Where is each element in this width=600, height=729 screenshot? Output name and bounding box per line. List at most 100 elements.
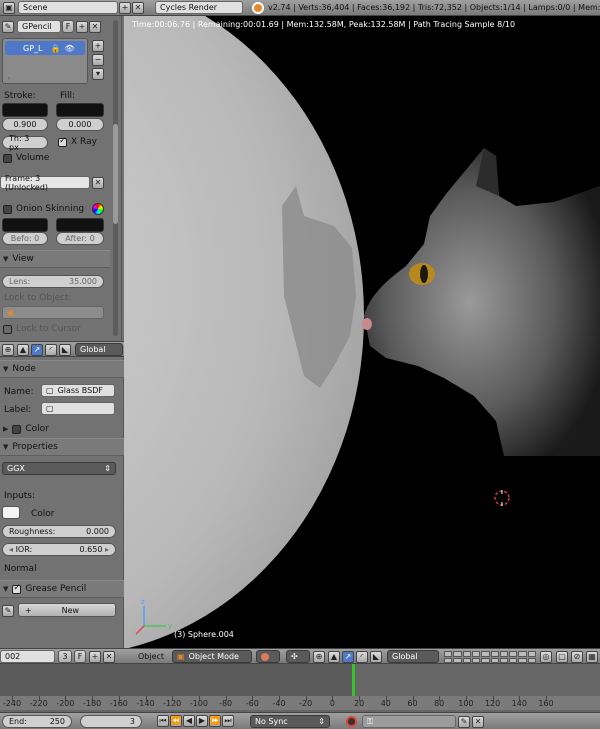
play-icon[interactable]: ▶ xyxy=(196,715,208,727)
view-panel-header[interactable]: ▼ View xyxy=(0,250,110,268)
timeline-tick-label: 160 xyxy=(538,699,554,708)
grease-pencil-checkbox[interactable] xyxy=(12,583,22,594)
stroke-color-swatch[interactable] xyxy=(2,103,48,117)
timeline[interactable]: -240 -220 -200 -180 -160 -140 -120 -100 -80 -60 -4… xyxy=(0,664,600,712)
manipulator-toggle-icon[interactable]: ⊕ xyxy=(313,651,325,663)
current-frame-field[interactable]: 3 xyxy=(80,715,142,728)
fill-opacity-slider[interactable]: 0.000 xyxy=(56,118,104,131)
fake-user-button[interactable]: F xyxy=(62,20,74,33)
datablock-field[interactable]: 002 xyxy=(0,650,55,663)
gpencil-datablock[interactable]: GPencil xyxy=(17,20,61,33)
volume-toggle[interactable]: Volume xyxy=(3,153,49,163)
insert-key-icon[interactable]: ✎ xyxy=(458,716,470,728)
scene-icon[interactable]: ▣ xyxy=(3,2,15,14)
orientation-select[interactable]: Global xyxy=(75,343,123,356)
xray-checkbox[interactable] xyxy=(58,136,67,147)
delete-frame-icon[interactable]: ✕ xyxy=(92,177,104,189)
layer-row[interactable]: GP_L 🔒 👁 xyxy=(5,41,85,55)
pivot-select[interactable]: ✣ xyxy=(286,650,310,663)
distribution-select[interactable]: GGX ⇕ xyxy=(2,462,116,475)
after-color-swatch[interactable] xyxy=(56,218,104,232)
move-icon[interactable]: ↗ xyxy=(342,651,354,663)
node-name-field[interactable]: ▢ Glass BSDF xyxy=(41,384,115,397)
remove-layer-icon[interactable]: − xyxy=(92,54,104,66)
timeline-tick-label: 60 xyxy=(407,699,418,708)
ior-slider[interactable]: ◂ IOR: 0.650 ▸ xyxy=(2,543,116,556)
color-checkbox[interactable] xyxy=(12,424,22,434)
shading-select[interactable] xyxy=(256,650,280,663)
snap-icon[interactable]: ⊘ xyxy=(571,651,583,663)
timeline-tick-label: -180 xyxy=(83,699,102,708)
end-frame-field[interactable]: End: 250 xyxy=(2,715,72,728)
lens-slider[interactable]: Lens: 35.000 xyxy=(2,275,104,288)
timeline-playhead[interactable] xyxy=(352,664,355,696)
translate-icon[interactable]: ▲ xyxy=(17,344,29,356)
roughness-slider[interactable]: Roughness: 0.000 xyxy=(2,525,116,538)
jump-end-icon[interactable]: ⏭ xyxy=(222,715,234,727)
lock-cursor-toggle[interactable]: Lock to Cursor xyxy=(3,324,81,334)
layer-move-icon[interactable]: ▾ xyxy=(92,68,104,80)
fill-color-swatch[interactable] xyxy=(56,103,104,117)
color-input-swatch[interactable] xyxy=(2,506,20,519)
record-icon[interactable] xyxy=(346,716,357,727)
volume-checkbox[interactable] xyxy=(3,153,12,163)
color-panel-header[interactable]: ▶ Color xyxy=(3,424,49,434)
onion-checkbox[interactable] xyxy=(3,204,12,214)
before-color-swatch[interactable] xyxy=(2,218,48,232)
close-datablock-icon[interactable]: ✕ xyxy=(103,651,115,663)
mode-select[interactable]: ▣ Object Mode xyxy=(172,650,252,663)
resize-handle-icon[interactable]: ◦ xyxy=(7,75,11,83)
eye-icon[interactable]: 👁 xyxy=(64,44,74,53)
render-icon[interactable]: ▢ xyxy=(556,651,568,663)
properties-panel-header[interactable]: ▼ Properties xyxy=(0,438,124,456)
lock-icon[interactable]: 🔒 xyxy=(50,44,60,53)
transform-orientation-select[interactable]: Global xyxy=(387,650,439,663)
scale-icon[interactable]: ◣ xyxy=(59,344,71,356)
user-count[interactable]: 3 xyxy=(58,650,72,663)
tool-shelf-scrollbar[interactable] xyxy=(113,20,118,336)
delete-key-icon[interactable]: ✕ xyxy=(472,716,484,728)
add-scene-icon[interactable]: + xyxy=(119,2,131,14)
scene-selector[interactable]: Scene xyxy=(18,1,118,14)
snap-target-icon[interactable]: ▦ xyxy=(586,651,598,663)
close-gpencil-icon[interactable]: ✕ xyxy=(89,21,101,33)
thickness-slider[interactable]: Th: 3 px xyxy=(2,134,48,152)
new-gpencil-button[interactable]: + New xyxy=(18,603,116,617)
after-slider[interactable]: After: 0 xyxy=(56,232,104,245)
keying-set-field[interactable]: ⚿ xyxy=(362,715,456,728)
onion-toggle[interactable]: Onion Skinning xyxy=(3,204,84,214)
play-reverse-icon[interactable]: ◀ xyxy=(183,715,195,727)
before-slider[interactable]: Befo: 0 xyxy=(2,232,48,245)
pencil-icon[interactable]: ✎ xyxy=(2,21,14,33)
grease-pencil-panel-header[interactable]: ▼ Grease Pencil xyxy=(0,580,124,598)
lock-cursor-checkbox[interactable] xyxy=(3,324,12,334)
rotate-toggle-icon[interactable]: ◜ xyxy=(356,651,368,663)
pivot-icon[interactable]: ⊕ xyxy=(2,344,14,356)
pencil-icon[interactable]: ✎ xyxy=(2,605,14,617)
render-engine-select[interactable]: Cycles Render xyxy=(155,1,243,14)
timeline-active-range xyxy=(0,664,354,696)
layer-buttons[interactable] xyxy=(444,651,536,663)
fake-user-toggle[interactable]: F xyxy=(74,650,86,663)
translate-toggle-icon[interactable]: ▲ xyxy=(328,651,340,663)
manipulator-icon[interactable]: ↗ xyxy=(31,344,43,356)
close-scene-icon[interactable]: ✕ xyxy=(132,2,144,14)
lock-layers-icon[interactable]: ◎ xyxy=(540,651,552,663)
scale-toggle-icon[interactable]: ◣ xyxy=(370,651,382,663)
add-layer-icon[interactable]: + xyxy=(92,40,104,52)
add-datablock-icon[interactable]: + xyxy=(89,651,101,663)
rotate-icon[interactable]: ◜ xyxy=(45,344,57,356)
stroke-opacity-slider[interactable]: 0.900 xyxy=(2,118,48,131)
add-gpencil-icon[interactable]: + xyxy=(76,21,88,33)
next-keyframe-icon[interactable]: ⏩ xyxy=(209,715,221,727)
xray-toggle[interactable]: X Ray xyxy=(58,136,97,147)
object-menu[interactable]: Object xyxy=(138,652,164,661)
prev-keyframe-icon[interactable]: ⏪ xyxy=(170,715,182,727)
jump-start-icon[interactable]: ⏮ xyxy=(157,715,169,727)
color-wheel-icon[interactable] xyxy=(92,203,104,215)
render-viewport[interactable]: z y Time:00:06.76 | Remaining:00:01.69 |… xyxy=(124,16,600,648)
sync-select[interactable]: No Sync ⇕ xyxy=(250,715,330,728)
node-panel-header[interactable]: ▼ Node xyxy=(0,360,124,378)
node-label-field[interactable]: ▢ xyxy=(41,402,115,415)
lock-object-field[interactable]: ▣ xyxy=(2,306,104,319)
